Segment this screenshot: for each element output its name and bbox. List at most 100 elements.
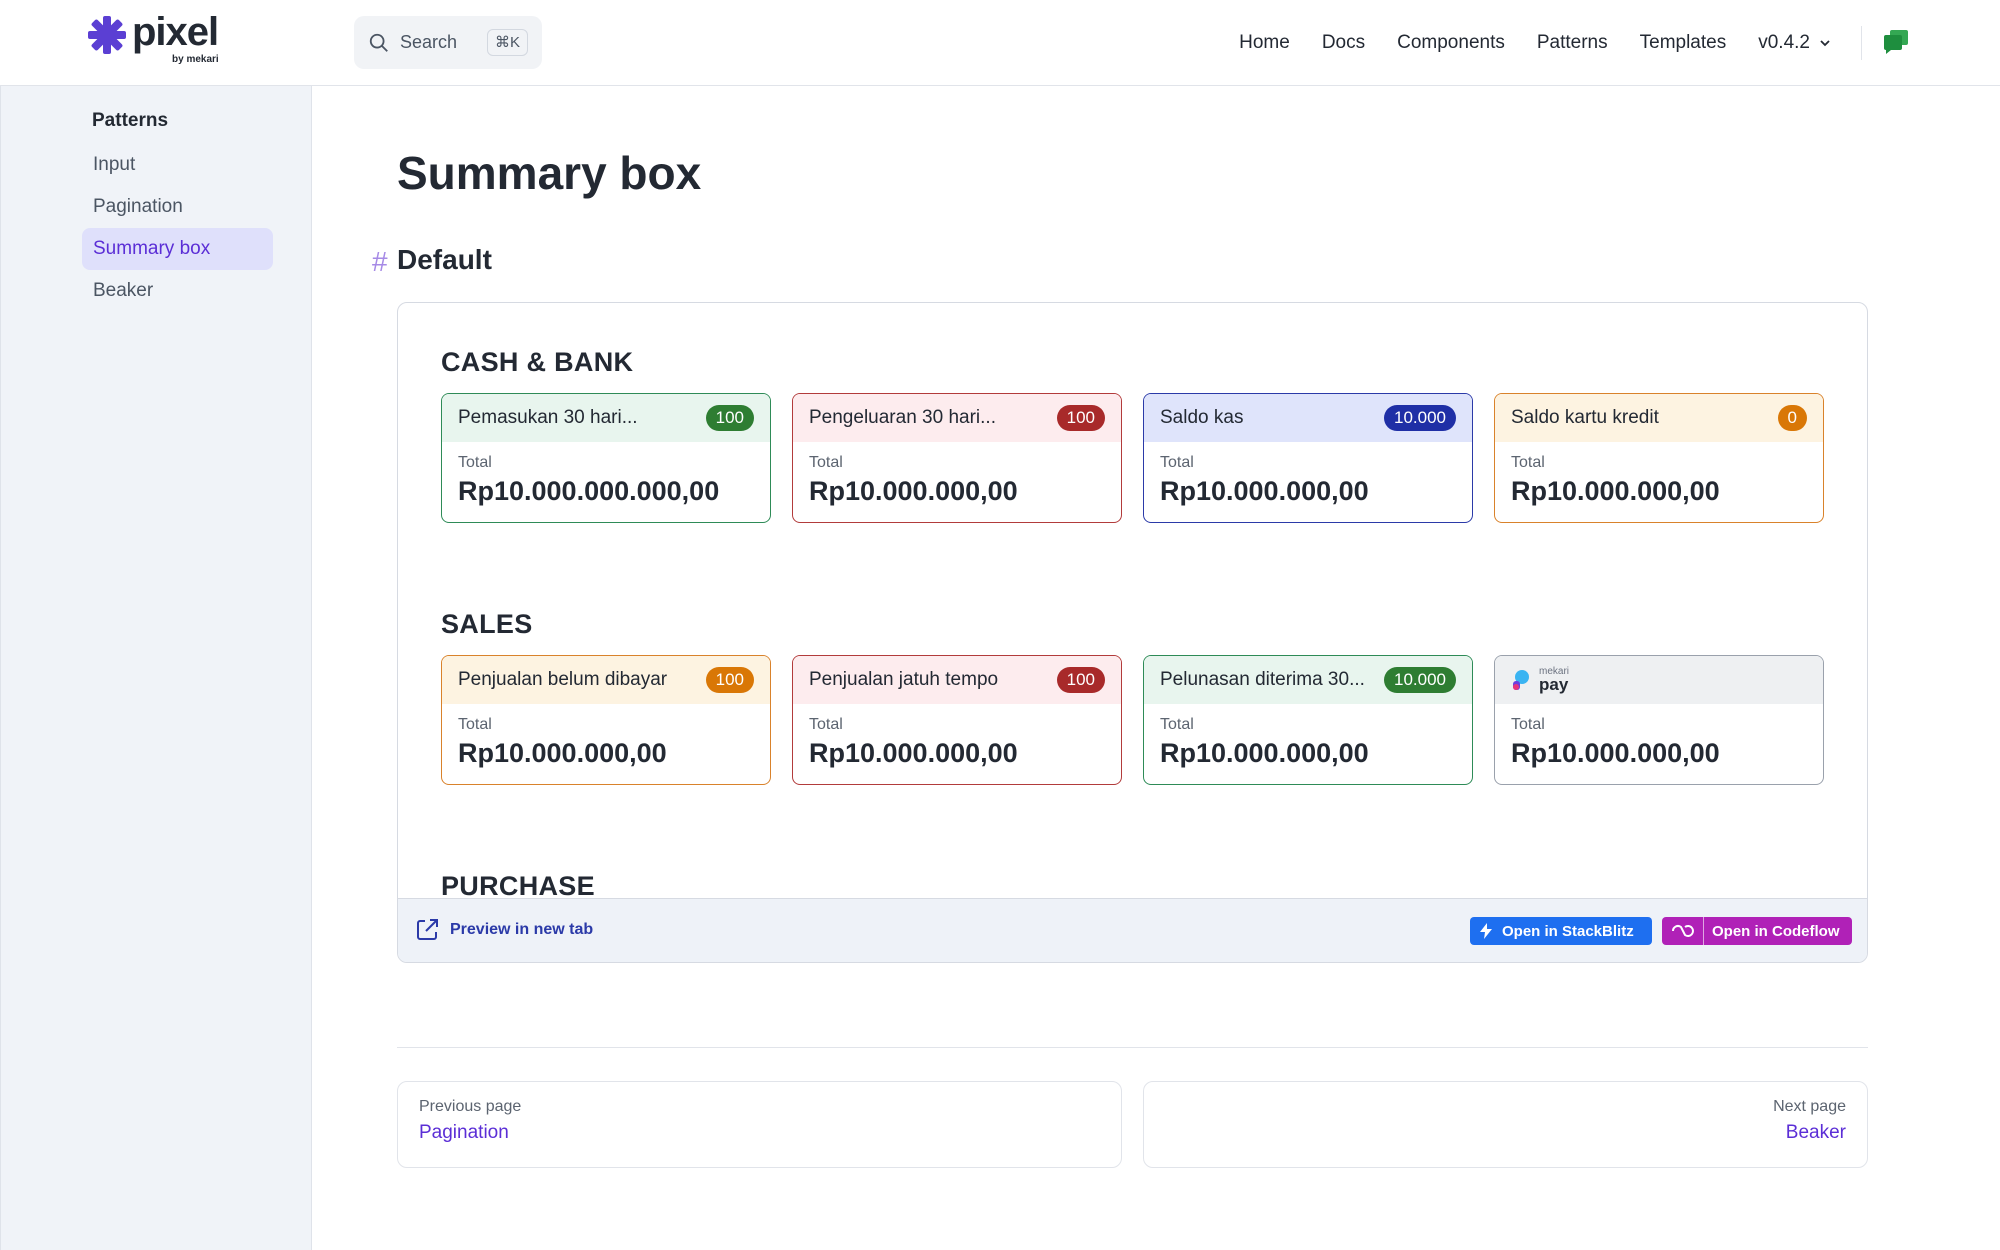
card-value: Rp10.000.000.000,00 (458, 476, 720, 506)
card-body: Total Rp10.000.000,00 (1144, 442, 1472, 519)
top-navbar: pixel by mekari Search ⌘K Home Docs Comp… (0, 0, 2000, 86)
card-title: Pengeluaran 30 hari... (809, 407, 996, 428)
card-value: Rp10.000.000,00 (809, 476, 1018, 506)
group-title-purchase: PURCHASE (441, 871, 595, 898)
card-label: Total (1511, 454, 1545, 471)
card-label: Total (1511, 716, 1545, 733)
mekari-pay-logo-icon (1513, 670, 1529, 690)
chat-icon[interactable] (1882, 28, 1910, 56)
card-value: Rp10.000.000,00 (1511, 476, 1720, 506)
pay-logo-main: pay (1539, 675, 1569, 694)
preview-new-tab-label: Preview in new tab (450, 921, 594, 938)
logo-text: pixel (132, 10, 219, 54)
open-codeflow-button[interactable]: Open in Codeflow (1662, 917, 1852, 945)
section-anchor-link[interactable]: # (372, 246, 388, 278)
card-title: Penjualan belum dibayar (458, 669, 668, 690)
lightning-icon (1480, 923, 1492, 939)
card-title: Pemasukan 30 hari... (458, 407, 638, 428)
card-label: Total (1160, 454, 1194, 471)
pixel-logo-icon (88, 16, 126, 54)
card-title: Saldo kartu kredit (1511, 407, 1659, 428)
card-header: Pemasukan 30 hari... 100 (442, 394, 770, 442)
sidebar-item-summary-box[interactable]: Summary box (82, 228, 273, 270)
card-title: Penjualan jatuh tempo (809, 669, 999, 690)
card-label: Total (1160, 716, 1194, 733)
previous-page-link[interactable]: Previous page Pagination (397, 1081, 1122, 1168)
card-body: Total Rp10.000.000,00 (1495, 704, 1823, 781)
external-link-icon (417, 919, 438, 940)
chevron-down-icon (1820, 40, 1830, 47)
card-body: Total Rp10.000.000,00 (1144, 704, 1472, 781)
card-value: Rp10.000.000,00 (1160, 476, 1369, 506)
page-title: Summary box (397, 147, 702, 199)
nav-patterns[interactable]: Patterns (1537, 32, 1608, 54)
count-badge: 100 (705, 667, 754, 693)
card-title: Saldo kas (1160, 407, 1244, 428)
open-stackblitz-button[interactable]: Open in StackBlitz (1470, 917, 1652, 945)
next-page-link[interactable]: Next page Beaker (1143, 1081, 1868, 1168)
card-label: Total (458, 454, 492, 471)
count-badge: 100 (1056, 405, 1105, 431)
card-header: Penjualan jatuh tempo 100 (793, 656, 1121, 704)
summary-card[interactable]: Saldo kartu kredit 0 Total Rp10.000.000,… (1494, 393, 1824, 523)
group-title-sales: SALES (441, 609, 533, 639)
sidebar-item-pagination[interactable]: Pagination (82, 186, 273, 228)
summary-card[interactable]: Penjualan belum dibayar 100 Total Rp10.0… (441, 655, 771, 785)
section-title: Default (397, 244, 492, 275)
card-title: Pelunasan diterima 30... (1160, 669, 1365, 690)
logo-subtext: by mekari (172, 54, 219, 65)
count-badge: 0 (1777, 405, 1807, 431)
card-body: Total Rp10.000.000,00 (793, 442, 1121, 519)
stackblitz-label: Open in StackBlitz (1502, 922, 1634, 940)
codeflow-icon (1662, 917, 1704, 945)
previous-page-label: Previous page (419, 1098, 522, 1115)
card-body: Total Rp10.000.000,00 (793, 704, 1121, 781)
nav-divider (1861, 26, 1862, 60)
count-badge: 10.000 (1384, 667, 1456, 693)
card-value: Rp10.000.000,00 (1160, 738, 1369, 768)
card-header: Saldo kartu kredit 0 (1495, 394, 1823, 442)
nav-components[interactable]: Components (1397, 32, 1505, 54)
summary-card[interactable]: Saldo kas 10.000 Total Rp10.000.000,00 (1143, 393, 1473, 523)
next-page-label: Next page (1773, 1098, 1846, 1115)
card-value: Rp10.000.000,00 (809, 738, 1018, 768)
version-dropdown[interactable]: v0.4.2 (1758, 32, 1832, 54)
version-label: v0.4.2 (1758, 32, 1810, 53)
card-value: Rp10.000.000,00 (458, 738, 667, 768)
card-label: Total (809, 716, 843, 733)
preview-toolbar: Preview in new tab Open in StackBlitz Op… (398, 898, 1867, 962)
sidebar: Patterns Input Pagination Summary box Be… (0, 86, 312, 1250)
count-badge: 100 (705, 405, 754, 431)
summary-card[interactable]: Pelunasan diterima 30... 10.000 Total Rp… (1143, 655, 1473, 785)
card-body: Total Rp10.000.000,00 (1495, 442, 1823, 519)
group-title-cash-bank: CASH & BANK (441, 347, 634, 377)
summary-card[interactable]: Pemasukan 30 hari... 100 Total Rp10.000.… (441, 393, 771, 523)
summary-card[interactable]: mekari pay Total Rp10.000.000,00 (1494, 655, 1824, 785)
preview-canvas: CASH & BANK Pemasukan 30 hari... 100 Tot… (398, 303, 1867, 898)
sidebar-heading: Patterns (92, 110, 169, 131)
sidebar-item-beaker[interactable]: Beaker (82, 270, 273, 312)
count-badge: 10.000 (1384, 405, 1456, 431)
card-header: Saldo kas 10.000 (1144, 394, 1472, 442)
divider (397, 1047, 1868, 1048)
component-preview: CASH & BANK Pemasukan 30 hari... 100 Tot… (397, 302, 1868, 963)
nav-home[interactable]: Home (1239, 32, 1290, 54)
card-body: Total Rp10.000.000.000,00 (442, 442, 770, 519)
search-button[interactable]: Search ⌘K (354, 16, 542, 69)
sidebar-item-input[interactable]: Input (82, 144, 273, 186)
preview-new-tab-link[interactable]: Preview in new tab (414, 917, 593, 943)
pixel-logo[interactable]: pixel by mekari (88, 10, 228, 70)
nav-templates[interactable]: Templates (1640, 32, 1727, 54)
summary-card[interactable]: Pengeluaran 30 hari... 100 Total Rp10.00… (792, 393, 1122, 523)
previous-page-title: Pagination (419, 1122, 509, 1143)
card-header: Pengeluaran 30 hari... 100 (793, 394, 1121, 442)
card-label: Total (809, 454, 843, 471)
next-page-title: Beaker (1785, 1122, 1846, 1143)
search-shortcut: ⌘K (486, 29, 528, 56)
card-header: mekari pay (1495, 656, 1823, 704)
card-body: Total Rp10.000.000,00 (442, 704, 770, 781)
count-badge: 100 (1056, 667, 1105, 693)
card-label: Total (458, 716, 492, 733)
nav-docs[interactable]: Docs (1322, 32, 1365, 54)
summary-card[interactable]: Penjualan jatuh tempo 100 Total Rp10.000… (792, 655, 1122, 785)
